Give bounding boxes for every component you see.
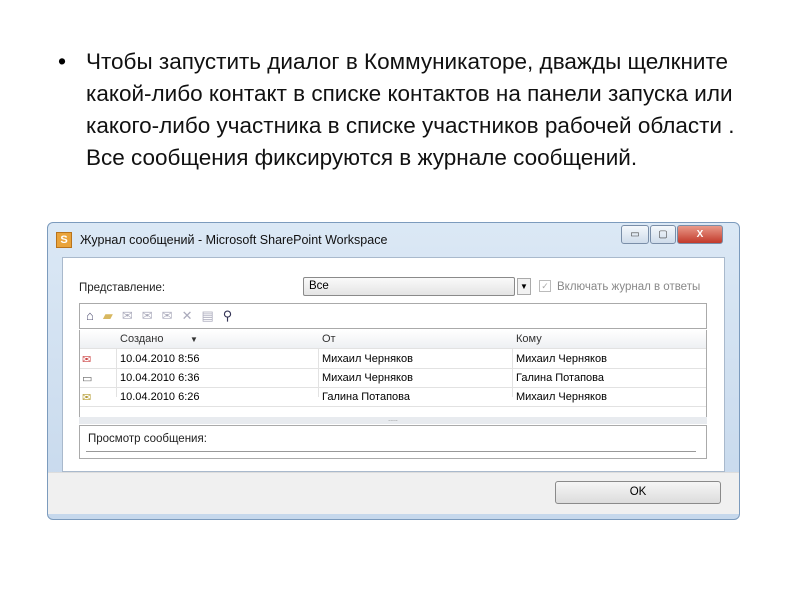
column-created[interactable]: Создано [120, 333, 163, 345]
bullet: • [58, 48, 67, 74]
view-select[interactable]: Все [303, 277, 515, 296]
cell-created: 10.04.2010 8:56 [120, 353, 200, 365]
column-from[interactable]: От [322, 333, 336, 345]
reply-all-icon[interactable]: ✉ [142, 308, 153, 324]
sort-desc-icon: ▼ [190, 335, 198, 344]
cell-from: Михаил Черняков [322, 353, 413, 365]
include-log-label: Включать журнал в ответы [557, 281, 701, 293]
include-log-checkbox[interactable]: ✓ [539, 280, 551, 292]
message-log-window: S Журнал сообщений - Microsoft SharePoin… [47, 222, 740, 520]
window-title: Журнал сообщений - Microsoft SharePoint … [80, 233, 388, 247]
preview-divider [86, 451, 696, 452]
table-header: Создано ▼ От Кому [80, 330, 706, 349]
maximize-button[interactable]: ▢ [650, 225, 676, 244]
delete-icon[interactable]: ✕ [182, 308, 193, 324]
print-icon[interactable]: ▤ [201, 308, 213, 324]
unread-envelope-icon: ✉ [82, 354, 92, 366]
splitter-handle[interactable]: ..... [79, 416, 707, 424]
table-row[interactable]: ✉ 10.04.2010 6:26 Галина Потапова Михаил… [80, 388, 706, 407]
table-row[interactable]: ✉ 10.04.2010 8:56 Михаил Черняков Михаил… [80, 350, 706, 369]
cell-from: Галина Потапова [322, 391, 410, 403]
find-icon[interactable]: ⚲ [223, 308, 233, 324]
slide-text: Чтобы запустить диалог в Коммуникаторе, … [86, 49, 735, 170]
cell-to: Михаил Черняков [516, 391, 607, 403]
column-to[interactable]: Кому [516, 333, 542, 345]
new-icon[interactable]: ⌂ [86, 308, 94, 324]
dialog-content: Представление: Все ▼ ✓ Включать журнал в… [62, 257, 725, 472]
message-preview: Просмотр сообщения: [79, 425, 707, 459]
chevron-down-icon[interactable]: ▼ [517, 278, 531, 295]
cell-to: Галина Потапова [516, 372, 604, 384]
close-button[interactable]: X [677, 225, 723, 244]
title-bar[interactable]: S Журнал сообщений - Microsoft SharePoin… [48, 223, 739, 255]
forward-icon[interactable]: ✉ [162, 308, 173, 324]
cell-from: Михаил Черняков [322, 372, 413, 384]
cell-to: Михаил Черняков [516, 353, 607, 365]
app-icon: S [56, 232, 72, 248]
message-card-icon: ▭ [82, 373, 93, 385]
reply-icon[interactable]: ✉ [122, 308, 133, 324]
minimize-button[interactable]: ▭ [621, 225, 649, 244]
table-row[interactable]: ▭ 10.04.2010 6:36 Михаил Черняков Галина… [80, 369, 706, 388]
view-label: Представление: [79, 282, 166, 294]
read-envelope-icon: ✉ [82, 392, 92, 404]
open-icon[interactable]: ▰ [103, 308, 113, 324]
cell-created: 10.04.2010 6:26 [120, 391, 200, 403]
toolbar: ⌂ ▰ ✉ ✉ ✉ ✕ ▤ ⚲ [79, 303, 707, 329]
ok-button[interactable]: OK [555, 481, 721, 504]
cell-created: 10.04.2010 6:36 [120, 372, 200, 384]
messages-table: Создано ▼ От Кому ✉ 10.04.2010 8:56 Миха… [79, 330, 707, 418]
preview-label: Просмотр сообщения: [88, 433, 207, 445]
